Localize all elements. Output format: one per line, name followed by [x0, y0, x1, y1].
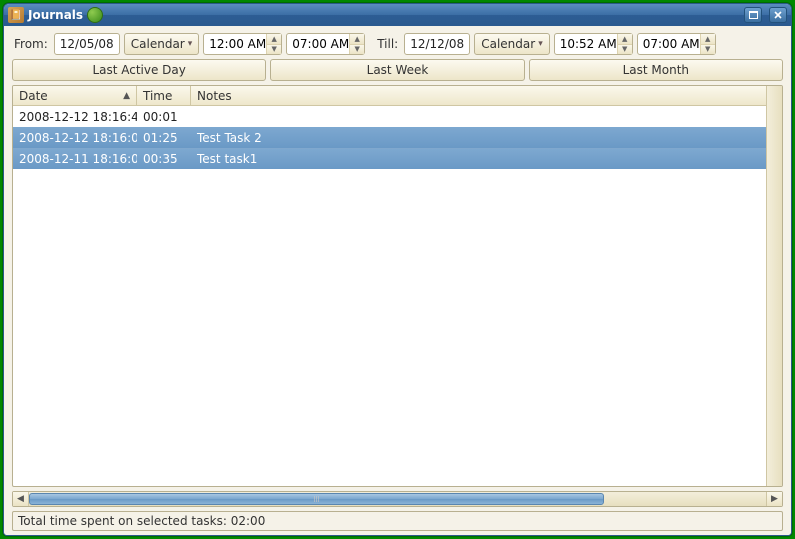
distro-logo-icon — [87, 7, 103, 23]
sort-asc-icon: ▲ — [123, 91, 130, 101]
vertical-scrollbar[interactable] — [766, 86, 782, 486]
from-calendar-button[interactable]: Calendar▾ — [124, 33, 200, 55]
cell-time: 01:25 — [137, 131, 191, 145]
h-scroll-track[interactable] — [29, 492, 766, 506]
from-time2-spinner[interactable]: 07:00 AM ▲▼ — [286, 33, 365, 55]
cell-notes: Test Task 2 — [191, 131, 766, 145]
cell-date: 2008-12-11 18:16:00 — [13, 152, 137, 166]
table-row[interactable]: 2008-12-11 18:16:0000:35Test task1 — [13, 148, 766, 169]
till-time2-spinner[interactable]: 07:00 AM ▲▼ — [637, 33, 716, 55]
quick-range-row: Last Active Day Last Week Last Month — [12, 59, 783, 81]
cell-date: 2008-12-12 18:16:00 — [13, 131, 137, 145]
content-area: From: 12/05/08 Calendar▾ 12:00 AM ▲▼ 07:… — [4, 26, 791, 535]
till-label: Till: — [375, 37, 400, 51]
scroll-right-button[interactable]: ▶ — [766, 492, 782, 506]
cell-time: 00:01 — [137, 110, 191, 124]
cell-notes: Test task1 — [191, 152, 766, 166]
filter-row: From: 12/05/08 Calendar▾ 12:00 AM ▲▼ 07:… — [12, 33, 783, 55]
till-calendar-button[interactable]: Calendar▾ — [474, 33, 550, 55]
window: 📔 Journals From: 12/05/08 Calendar▾ 12:0… — [3, 3, 792, 536]
spin-down-icon[interactable]: ▼ — [618, 45, 632, 55]
chevron-down-icon: ▾ — [538, 39, 543, 49]
table-row[interactable]: 2008-12-12 18:16:4100:01 — [13, 106, 766, 127]
scroll-left-button[interactable]: ◀ — [13, 492, 29, 506]
till-date-field[interactable]: 12/12/08 — [404, 33, 470, 55]
spin-down-icon[interactable]: ▼ — [350, 45, 364, 55]
col-time-header[interactable]: Time — [137, 86, 191, 105]
h-scroll-thumb[interactable] — [29, 493, 604, 505]
spin-up-icon[interactable]: ▲ — [618, 34, 632, 45]
spin-up-icon[interactable]: ▲ — [350, 34, 364, 45]
window-title: Journals — [28, 8, 83, 22]
status-bar: Total time spent on selected tasks: 02:0… — [12, 511, 783, 531]
journal-table: Date▲ Time Notes 2008-12-12 18:16:4100:0… — [12, 85, 783, 487]
col-notes-header[interactable]: Notes — [191, 86, 766, 105]
titlebar[interactable]: 📔 Journals — [4, 4, 791, 26]
col-date-header[interactable]: Date▲ — [13, 86, 137, 105]
horizontal-scrollbar[interactable]: ◀ ▶ — [12, 491, 783, 507]
app-icon: 📔 — [8, 7, 24, 23]
last-active-day-button[interactable]: Last Active Day — [12, 59, 266, 81]
from-label: From: — [12, 37, 50, 51]
table-body[interactable]: 2008-12-12 18:16:4100:012008-12-12 18:16… — [13, 106, 766, 486]
maximize-button[interactable] — [744, 7, 762, 23]
last-week-button[interactable]: Last Week — [270, 59, 524, 81]
spin-up-icon[interactable]: ▲ — [267, 34, 281, 45]
table-row[interactable]: 2008-12-12 18:16:0001:25Test Task 2 — [13, 127, 766, 148]
chevron-down-icon: ▾ — [188, 39, 193, 49]
last-month-button[interactable]: Last Month — [529, 59, 783, 81]
cell-time: 00:35 — [137, 152, 191, 166]
spin-down-icon[interactable]: ▼ — [701, 45, 715, 55]
table-header: Date▲ Time Notes — [13, 86, 766, 106]
cell-date: 2008-12-12 18:16:41 — [13, 110, 137, 124]
from-date-field[interactable]: 12/05/08 — [54, 33, 120, 55]
spin-down-icon[interactable]: ▼ — [267, 45, 281, 55]
from-time1-spinner[interactable]: 12:00 AM ▲▼ — [203, 33, 282, 55]
till-time1-spinner[interactable]: 10:52 AM ▲▼ — [554, 33, 633, 55]
spin-up-icon[interactable]: ▲ — [701, 34, 715, 45]
close-button[interactable] — [769, 7, 787, 23]
